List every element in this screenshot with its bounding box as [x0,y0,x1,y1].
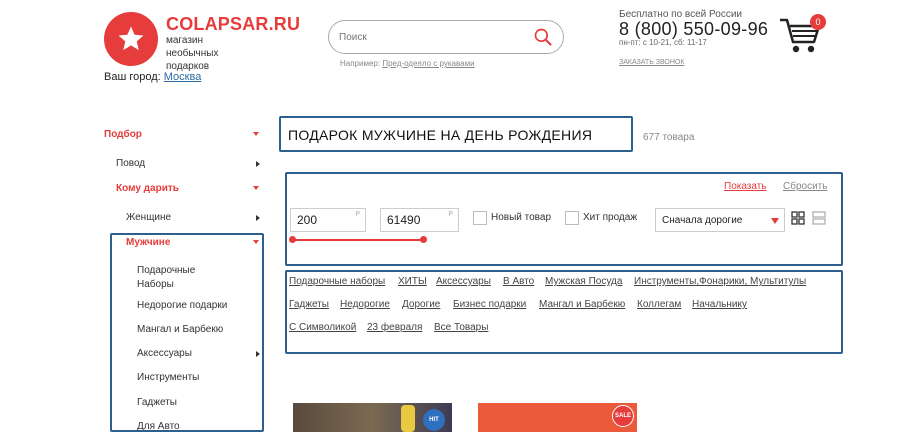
work-hours: пн-пт: с 10-21, сб: 11-17 [619,38,707,47]
chevron-down-icon[interactable] [253,186,259,190]
search-hint-prefix: Например: [340,59,381,68]
sidebar-item-occasion[interactable]: Повод [116,158,145,169]
sidebar-section-title[interactable]: Подбор [104,129,142,140]
tag-link[interactable]: С Символикой [289,322,356,333]
tag-link[interactable]: Бизнес подарки [453,299,526,310]
logo-name[interactable]: COLAPSAR.RU [166,14,300,35]
star-icon [118,26,144,51]
phone-number[interactable]: 8 (800) 550-09-96 [619,19,768,40]
price-min-value: 200 [297,213,318,227]
price-min-input[interactable]: 200 Р [290,208,366,232]
tag-link[interactable]: Гаджеты [289,299,329,310]
tag-link[interactable]: Мужская Посуда [545,276,622,287]
price-max-value: 61490 [387,213,421,227]
new-product-label: Новый товар [491,212,551,223]
price-max-input[interactable]: 61490 Р [380,208,459,232]
sort-select[interactable]: Сначала дорогие [655,208,785,232]
search-icon[interactable] [533,27,553,47]
tag-link[interactable]: 23 февраля [367,322,422,333]
chevron-right-icon[interactable] [256,351,260,357]
page-title: ПОДАРОК МУЖЧИНЕ НА ДЕНЬ РОЖДЕНИЯ [288,127,593,143]
tag-link[interactable]: В Авто [503,276,534,287]
sidebar-subitem[interactable]: Инструменты [137,372,199,383]
sale-badge: SALE [612,405,634,427]
list-view-icon[interactable] [812,211,826,225]
tag-link[interactable]: Начальнику [692,299,747,310]
chevron-down-icon [771,218,779,224]
sidebar-subitem[interactable]: Мангал и Барбекю [137,324,223,335]
currency-label: Р [448,211,453,218]
city-label: Ваш город: [104,71,161,83]
city-selector: Ваш город: Москва [104,71,201,83]
bestseller-checkbox[interactable] [565,211,579,225]
new-product-checkbox[interactable] [473,211,487,225]
search-bar [328,20,564,54]
search-hint-example[interactable]: Пред-одеяло с рукавами [382,59,474,68]
chevron-right-icon[interactable] [256,161,260,167]
sidebar-item-women[interactable]: Женщине [126,212,171,223]
product-figure [401,405,415,432]
cart-count-badge: 0 [810,14,826,30]
tag-link[interactable]: ХИТЫ [398,276,427,287]
price-slider-track[interactable] [292,239,423,241]
sidebar-subitem[interactable]: Аксессуары [137,348,192,359]
price-slider-max-handle[interactable] [420,236,427,243]
price-slider-min-handle[interactable] [289,236,296,243]
city-link[interactable]: Москва [164,71,202,83]
product-image[interactable]: SALE [478,403,637,432]
sidebar-subitem[interactable]: Для Авто [137,421,180,430]
tag-link[interactable]: Коллегам [637,299,681,310]
tag-link[interactable]: Дорогие [402,299,440,310]
chevron-down-icon[interactable] [253,240,259,244]
product-image[interactable]: HIT [293,403,452,432]
bestseller-label: Хит продаж [583,212,638,223]
sidebar-item-recipient[interactable]: Кому дарить [116,183,179,194]
sort-value: Сначала дорогие [662,215,743,226]
reset-button[interactable]: Сбросить [783,181,827,192]
chevron-down-icon[interactable] [253,132,259,136]
hit-badge: HIT [423,409,445,431]
search-input[interactable] [339,31,533,43]
sidebar-item-men[interactable]: Мужчине [126,237,170,248]
sidebar-subitem[interactable]: Подарочные Наборы [137,264,227,292]
tag-link[interactable]: Инструменты,Фонарики, Мультитулы [634,276,806,287]
search-hint: Например: Пред-одеяло с рукавами [340,59,475,68]
sidebar-subitem[interactable]: Гаджеты [137,397,177,408]
tag-link[interactable]: Мангал и Барбекю [539,299,625,310]
sidebar-subitem[interactable]: Недорогие подарки [137,300,227,311]
tag-link[interactable]: Аксессуары [436,276,491,287]
tag-link[interactable]: Подарочные наборы [289,276,385,287]
logo-icon[interactable] [104,12,158,66]
chevron-right-icon[interactable] [256,215,260,221]
grid-view-icon[interactable] [791,211,805,225]
callback-link[interactable]: ЗАКАЗАТЬ ЗВОНОК [619,59,684,66]
currency-label: Р [355,211,360,218]
tag-link[interactable]: Недорогие [340,299,390,310]
show-button[interactable]: Показать [724,181,767,192]
logo-tagline: магазин необычных подарков [166,35,219,72]
product-count: 677 товара [643,132,695,143]
tag-link[interactable]: Все Товары [434,322,488,333]
